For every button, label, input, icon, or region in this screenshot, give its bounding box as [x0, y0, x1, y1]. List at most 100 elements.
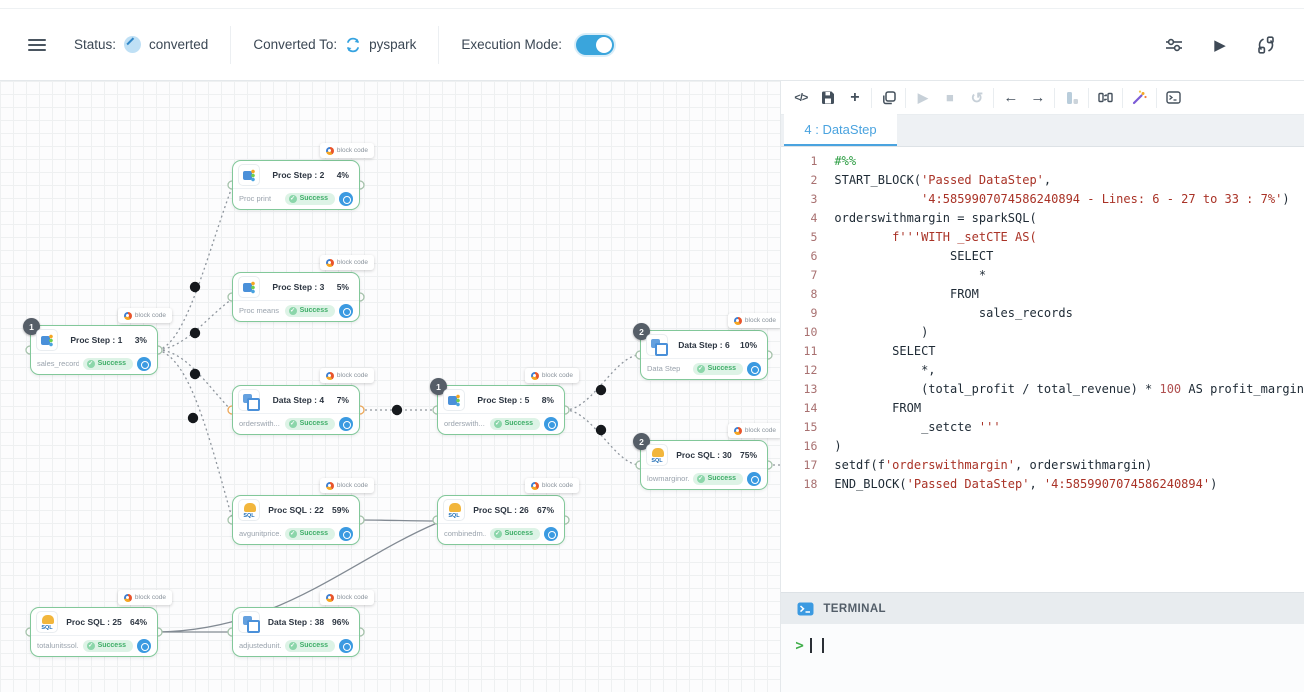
block-code-pill[interactable]: block code [525, 478, 579, 493]
graph-node[interactable]: 1 block code Proc Step : 5 8% orderswith… [437, 385, 565, 435]
run-cell-icon[interactable]: ▶ [909, 85, 936, 111]
node-subtitle: lowmarginor... [647, 474, 689, 483]
terminal-icon [797, 602, 814, 616]
restart-icon[interactable] [1256, 35, 1276, 55]
node-subtitle: avgunitprice... [239, 529, 281, 538]
check-icon: ✓ [289, 307, 297, 315]
terminal-body[interactable]: > [781, 624, 1304, 692]
status-badge: ✓ Success [693, 363, 743, 375]
node-subtitle: orderswith... [239, 419, 281, 428]
node-action-button[interactable] [339, 192, 353, 206]
graph-node[interactable]: block code Proc Step : 2 4% Proc print ✓… [232, 160, 360, 210]
swap-view-icon[interactable] [1092, 85, 1119, 111]
block-code-icon [326, 482, 334, 490]
divider [230, 26, 231, 64]
graph-node[interactable]: 2 block code Proc SQL : 30 75% lowmargin… [640, 440, 768, 490]
terminal-header[interactable]: TERMINAL [781, 592, 1304, 624]
run-all-icon[interactable]: ▶ [1210, 35, 1230, 55]
block-code-pill[interactable]: block code [320, 255, 374, 270]
graph-node[interactable]: block code Data Step : 38 96% adjustedun… [232, 607, 360, 657]
check-icon: ✓ [87, 642, 95, 650]
settings-sliders-icon[interactable] [1164, 35, 1184, 55]
check-icon: ✓ [289, 195, 297, 203]
blocks-icon[interactable] [1058, 85, 1085, 111]
menu-icon[interactable] [28, 39, 46, 51]
reset-icon[interactable]: ↺ [963, 85, 990, 111]
graph-node[interactable]: block code Proc SQL : 22 59% avgunitpric… [232, 495, 360, 545]
graph-node[interactable]: block code Proc SQL : 25 64% totalunitss… [30, 607, 158, 657]
status-badge: ✓ Success [693, 473, 743, 485]
node-title: Proc Step : 2 [260, 170, 337, 180]
divider [1054, 88, 1055, 108]
node-action-button[interactable] [747, 472, 761, 486]
code-panel: </> + ▶ ■ ↺ ← → [781, 81, 1304, 692]
node-percent: 3% [135, 335, 150, 345]
block-code-pill[interactable]: block code [728, 313, 781, 328]
back-arrow-icon[interactable]: ← [997, 85, 1024, 111]
block-code-pill[interactable]: block code [118, 590, 172, 605]
node-percent: 10% [740, 340, 760, 350]
copy-icon[interactable] [875, 85, 902, 111]
graph-node[interactable]: 2 block code Data Step : 6 10% Data Step… [640, 330, 768, 380]
graph-node[interactable]: block code Data Step : 4 7% orderswith..… [232, 385, 360, 435]
magic-wand-icon[interactable] [1126, 85, 1153, 111]
block-code-pill[interactable]: block code [525, 368, 579, 383]
node-title: Data Step : 38 [260, 617, 332, 627]
graph-node[interactable]: block code Proc Step : 3 5% Proc means ✓… [232, 272, 360, 322]
block-code-pill[interactable]: block code [320, 478, 374, 493]
node-percent: 4% [337, 170, 352, 180]
block-code-pill[interactable]: block code [728, 423, 781, 438]
node-action-button[interactable] [339, 527, 353, 541]
terminal-title: TERMINAL [823, 603, 886, 615]
tab-datastep[interactable]: 4 : DataStep [784, 114, 896, 146]
block-code-pill[interactable]: block code [320, 590, 374, 605]
node-action-button[interactable] [137, 639, 151, 653]
editor-tabbar: 4 : DataStep [781, 115, 1304, 147]
converted-to-group: Converted To: pyspark [253, 37, 416, 53]
node-action-button[interactable] [544, 417, 558, 431]
add-tab-icon[interactable]: + [841, 85, 868, 111]
divider [993, 88, 994, 108]
divider [1122, 88, 1123, 108]
node-action-button[interactable] [339, 417, 353, 431]
node-percent: 96% [332, 617, 352, 627]
node-action-button[interactable] [137, 357, 151, 371]
terminal-prompt: > [795, 638, 803, 654]
node-action-button[interactable] [339, 639, 353, 653]
terminal-cursor [810, 638, 812, 653]
node-type-icon [443, 499, 465, 521]
check-icon: ✓ [289, 530, 297, 538]
status-badge: ✓ Success [285, 305, 335, 317]
node-type-icon [238, 499, 260, 521]
editor-toolbar: </> + ▶ ■ ↺ ← → [781, 81, 1304, 115]
node-action-button[interactable] [544, 527, 558, 541]
node-type-icon [238, 164, 260, 186]
node-action-button[interactable] [747, 362, 761, 376]
forward-arrow-icon[interactable]: → [1024, 85, 1051, 111]
block-code-pill[interactable]: block code [320, 368, 374, 383]
node-percent: 5% [337, 282, 352, 292]
block-code-icon [326, 594, 334, 602]
node-title: Proc Step : 5 [465, 395, 542, 405]
status-label: Status: [74, 37, 116, 52]
open-terminal-icon[interactable] [1160, 85, 1187, 111]
execution-mode-toggle[interactable] [576, 35, 614, 55]
top-toolbar: Status: converted Converted To: pyspark … [0, 9, 1304, 81]
graph-node[interactable]: block code Proc SQL : 26 67% combinedm..… [437, 495, 565, 545]
block-code-pill[interactable]: block code [320, 143, 374, 158]
topbar-actions: ▶ [1164, 35, 1276, 55]
graph-node[interactable]: 1 block code Proc Step : 1 3% sales_reco… [30, 325, 158, 375]
view-code-icon[interactable]: </> [787, 85, 814, 111]
block-code-pill[interactable]: block code [118, 308, 172, 323]
sync-icon [345, 37, 361, 53]
code-editor[interactable]: 1#%%2START_BLOCK('Passed DataStep',3 '4:… [781, 147, 1304, 592]
graph-canvas[interactable]: 1 block code Proc Step : 1 3% sales_reco… [0, 81, 781, 692]
node-action-button[interactable] [339, 304, 353, 318]
save-icon[interactable] [814, 85, 841, 111]
node-subtitle: combinedm... [444, 529, 486, 538]
block-code-icon [124, 594, 132, 602]
stop-icon[interactable]: ■ [936, 85, 963, 111]
block-code-icon [326, 147, 334, 155]
block-code-icon [326, 372, 334, 380]
node-percent: 64% [130, 617, 150, 627]
